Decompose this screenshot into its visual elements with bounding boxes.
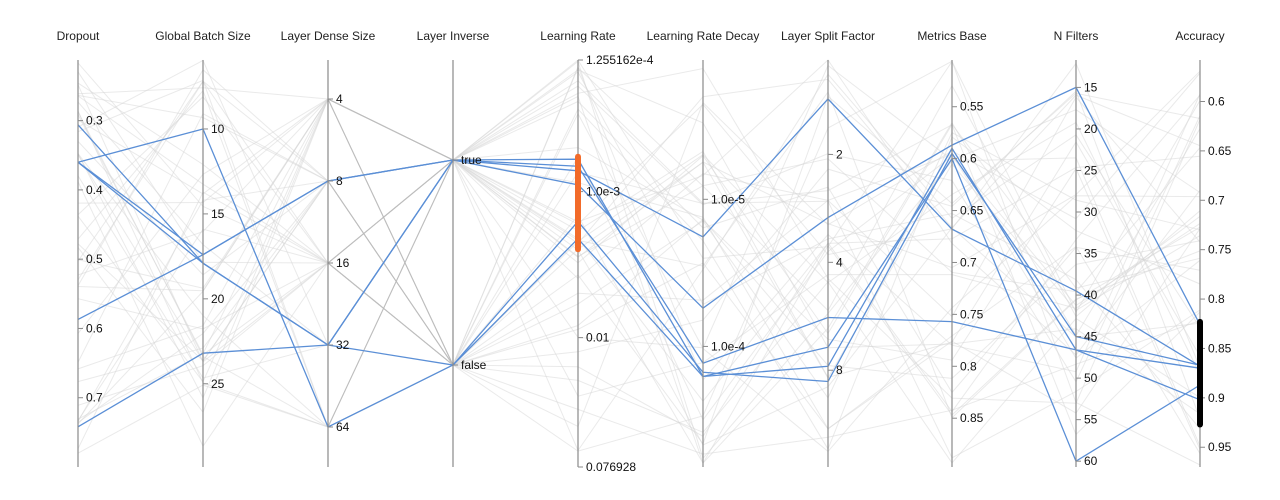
tick-label: 0.6 (960, 152, 977, 166)
tick-label: 8 (336, 174, 343, 188)
tick-label: 0.7 (960, 255, 977, 269)
tick-label: true (461, 153, 482, 167)
tick-label: 0.9 (1208, 391, 1225, 405)
tick-label: 0.01 (586, 331, 610, 345)
tick-label: 35 (1084, 247, 1098, 261)
tick-label: 1.0e-4 (711, 339, 745, 353)
tick-label: 55 (1084, 413, 1098, 427)
tick-label: 25 (1084, 163, 1098, 177)
tick-label: 0.8 (1208, 292, 1225, 306)
tick-label: 0.55 (960, 100, 984, 114)
tick-label: 0.4 (86, 183, 103, 197)
brush-lr[interactable] (575, 153, 581, 253)
tick-label: 0.65 (960, 204, 984, 218)
tick-label: 0.8 (960, 359, 977, 373)
axis-gbs[interactable]: Global Batch Size 10 15 20 25 (155, 29, 251, 467)
axis-title: Layer Inverse (417, 29, 490, 43)
tick-label: 15 (1084, 80, 1098, 94)
tick-label: 32 (336, 338, 350, 352)
tick-label: 20 (1084, 122, 1098, 136)
highlighted-line-run-5[interactable] (77, 86, 1201, 428)
category-link-line (327, 98, 454, 366)
tick-label: 0.7 (1208, 193, 1225, 207)
tick-label: 8 (836, 363, 843, 377)
tick-label: 1.0e-5 (711, 192, 745, 206)
tick-label: 0.076928 (586, 460, 636, 474)
tick-label: 0.3 (86, 114, 103, 128)
tick-label: 4 (336, 92, 343, 106)
tick-label: 0.75 (960, 307, 984, 321)
tick-label: 50 (1084, 371, 1098, 385)
axis-title: Layer Dense Size (281, 29, 376, 43)
axis-title: Layer Split Factor (781, 29, 875, 43)
tick-label: false (461, 358, 487, 372)
tick-label: 2 (836, 147, 843, 161)
axis-title: Learning Rate (540, 29, 616, 43)
axis-lrd[interactable]: Learning Rate Decay 1.0e-5 1.0e-4 (647, 29, 760, 467)
tick-label: 1.0e-3 (586, 185, 620, 199)
tick-label: 25 (211, 377, 225, 391)
tick-label: 0.75 (1208, 243, 1232, 257)
tick-label: 0.95 (1208, 440, 1232, 454)
parallel-coordinates-chart: Dropout 0.3 0.4 0.5 0.6 0.7 Global Batch Size 1… (57, 29, 1232, 474)
category-link-line (327, 98, 454, 161)
axis-title: Global Batch Size (155, 29, 251, 43)
axis-title: Learning Rate Decay (647, 29, 760, 43)
category-link-line (327, 159, 454, 428)
tick-label: 30 (1084, 205, 1098, 219)
category-link-line (327, 159, 454, 264)
tick-label: 64 (336, 420, 350, 434)
tick-label: 60 (1084, 454, 1098, 468)
axis-title: N Filters (1054, 29, 1099, 43)
tick-label: 16 (336, 256, 350, 270)
axis-title: Dropout (57, 29, 100, 43)
brush-acc[interactable] (1197, 318, 1203, 428)
tick-label: 15 (211, 207, 225, 221)
tick-label: 0.65 (1208, 144, 1232, 158)
tick-label: 0.6 (1208, 94, 1225, 108)
tick-label: 0.5 (86, 252, 103, 266)
tick-label: 40 (1084, 288, 1098, 302)
tick-label: 4 (836, 255, 843, 269)
tick-label: 20 (211, 292, 225, 306)
axis-acc[interactable]: Accuracy 0.6 0.65 0.7 0.75 0.8 0.85 0.9 0.95 (1175, 29, 1232, 467)
axis-li[interactable]: Layer Inverse true false (417, 29, 490, 467)
axis-title: Accuracy (1175, 29, 1224, 43)
tick-label: 0.7 (86, 391, 103, 405)
tick-label: 1.255162e-4 (586, 53, 654, 67)
background-line (77, 69, 1201, 428)
tick-label: 45 (1084, 330, 1098, 344)
tick-label: 0.6 (86, 321, 103, 335)
axis-title: Metrics Base (917, 29, 987, 43)
tick-label: 0.85 (1208, 341, 1232, 355)
tick-label: 10 (211, 122, 225, 136)
tick-label: 0.85 (960, 411, 984, 425)
